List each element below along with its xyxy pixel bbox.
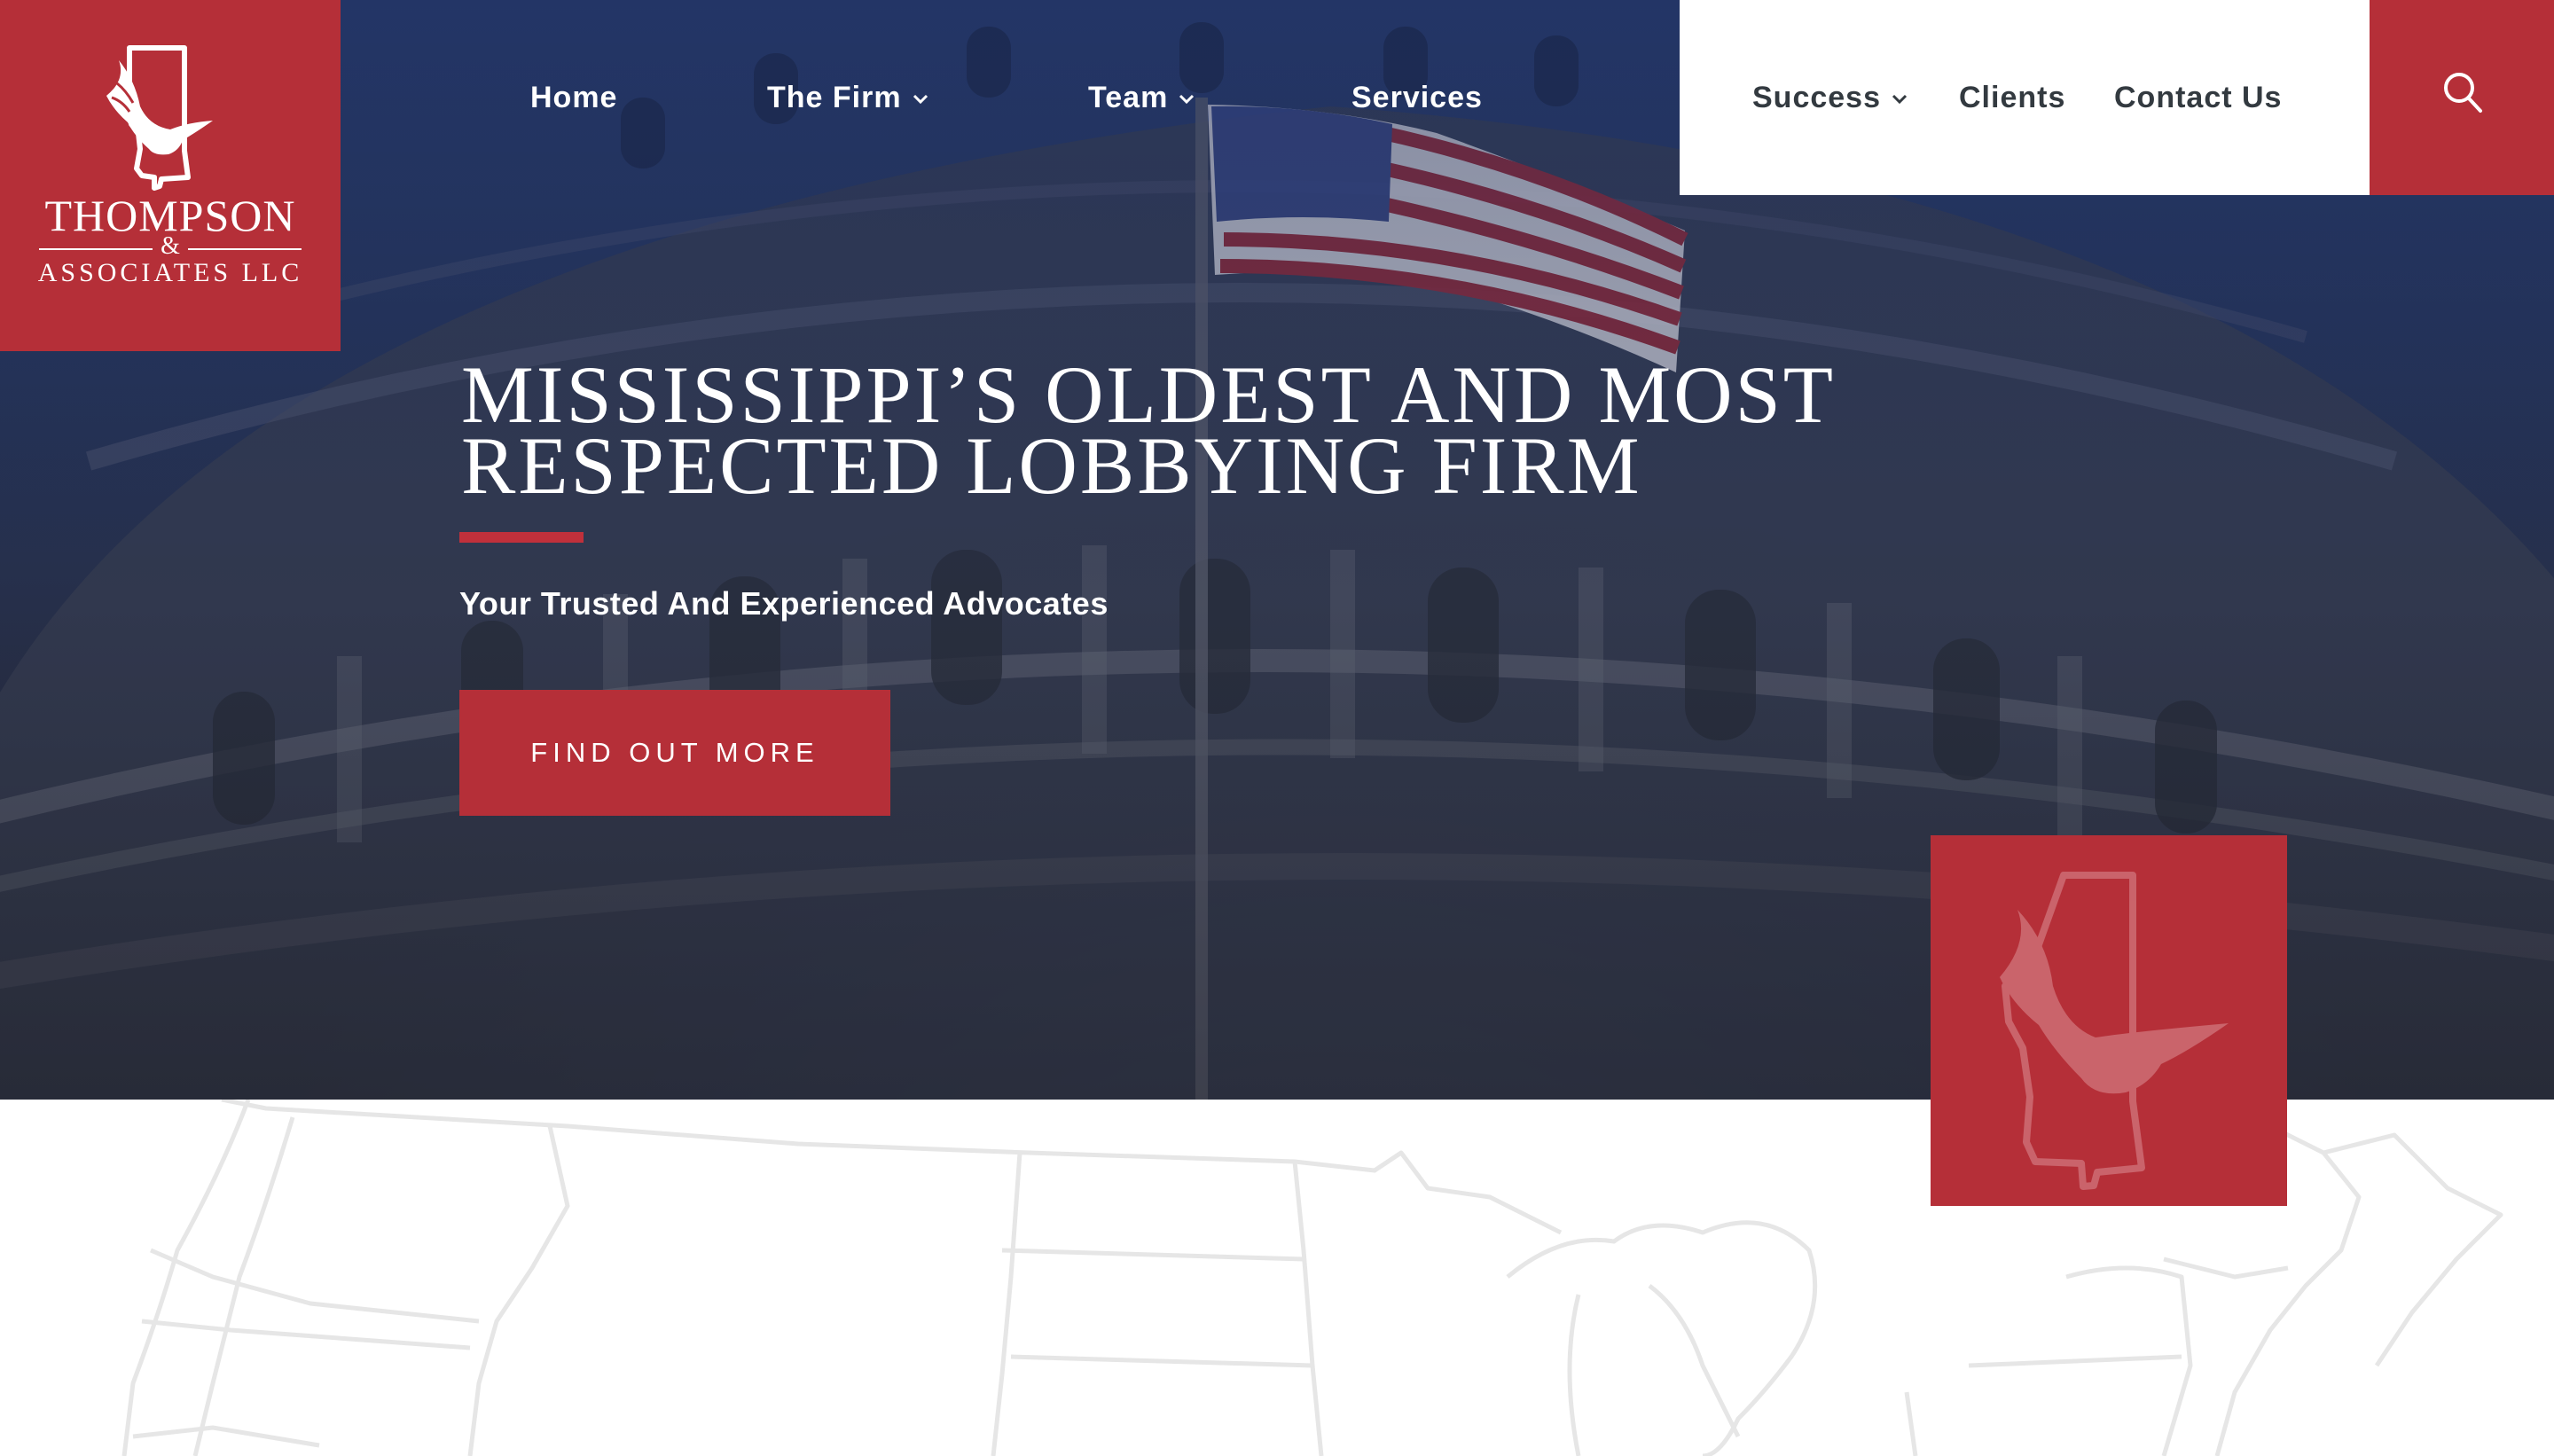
nav-success-label: Success	[1752, 81, 1881, 114]
nav-clients-label: Clients	[1959, 81, 2066, 114]
nav-home[interactable]: Home	[530, 80, 617, 115]
chevron-down-icon	[1179, 94, 1195, 105]
nav-services[interactable]: Services	[1351, 80, 1483, 115]
logo-ampersand: &	[161, 232, 180, 260]
logo-subtitle: ASSOCIATES LLC	[37, 258, 303, 287]
hero-title-line-2: Respected Lobbying Firm	[461, 420, 1642, 511]
chevron-down-icon	[1892, 94, 1908, 105]
nav-team-label: Team	[1088, 81, 1169, 114]
hero-title-line-1: Mississippi’s Oldest and Most	[461, 349, 1836, 440]
emblem-box	[1931, 835, 2287, 1206]
search-button[interactable]	[2370, 0, 2554, 195]
chevron-down-icon	[913, 94, 928, 105]
hero-subtitle: Your Trusted And Experienced Advocates	[459, 585, 1109, 622]
nav-the-firm-label: The Firm	[767, 81, 902, 114]
mississippi-eagle-icon	[2000, 872, 2229, 1190]
title-accent-bar	[459, 532, 584, 543]
nav-services-label: Services	[1351, 81, 1483, 114]
nav-contact-us[interactable]: Contact Us	[2114, 80, 2282, 115]
nav-clients[interactable]: Clients	[1959, 80, 2065, 115]
site-logo[interactable]: THOMPSON & ASSOCIATES LLC	[0, 0, 341, 351]
find-out-more-button[interactable]: FIND OUT MORE	[459, 690, 890, 816]
nav-contact-us-label: Contact Us	[2114, 81, 2283, 114]
nav-team[interactable]: Team	[1088, 80, 1195, 115]
nav-success[interactable]: Success	[1752, 80, 1908, 115]
nav-the-firm[interactable]: The Firm	[767, 80, 928, 115]
logo-name: THOMPSON	[44, 191, 296, 240]
mississippi-eagle-icon	[106, 45, 213, 191]
search-icon	[2444, 73, 2482, 113]
hero-title: Mississippi’s Oldest and Most Respected …	[461, 349, 1880, 511]
logo-rule-right	[188, 248, 302, 250]
nav-home-label: Home	[530, 81, 618, 114]
